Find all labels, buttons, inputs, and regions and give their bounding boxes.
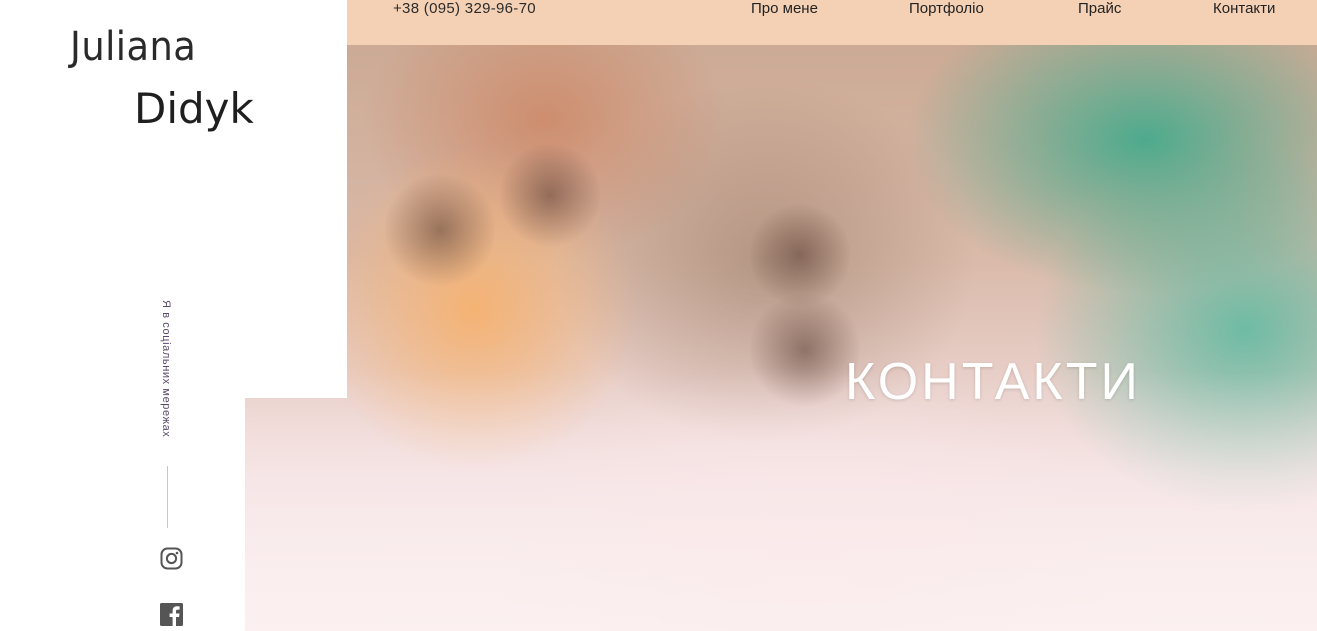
photo-mist: [245, 371, 1317, 631]
logo-first-name[interactable]: Juliana: [70, 24, 196, 70]
nav-about[interactable]: Про мене: [751, 0, 818, 17]
page-title: КОНТАКТИ: [845, 353, 1141, 411]
photo-figure: [500, 140, 600, 250]
phone-number[interactable]: +38 (095) 329-96-70: [393, 0, 536, 17]
logo-last-name[interactable]: Didyk: [134, 84, 254, 133]
top-navigation-bar: +38 (095) 329-96-70 Про мене Портфоліо П…: [347, 0, 1317, 45]
social-networks-label: Я в соціальних мережах: [160, 300, 172, 438]
instagram-icon[interactable]: [160, 547, 183, 575]
photo-figure: [385, 170, 495, 290]
nav-contacts[interactable]: Контакти: [1213, 0, 1275, 17]
social-panel: [0, 398, 245, 631]
facebook-icon[interactable]: [160, 603, 183, 631]
hero-photo: [245, 0, 1317, 631]
nav-price[interactable]: Прайс: [1078, 0, 1121, 17]
divider-line: [167, 466, 168, 528]
nav-portfolio[interactable]: Портфоліо: [909, 0, 984, 17]
